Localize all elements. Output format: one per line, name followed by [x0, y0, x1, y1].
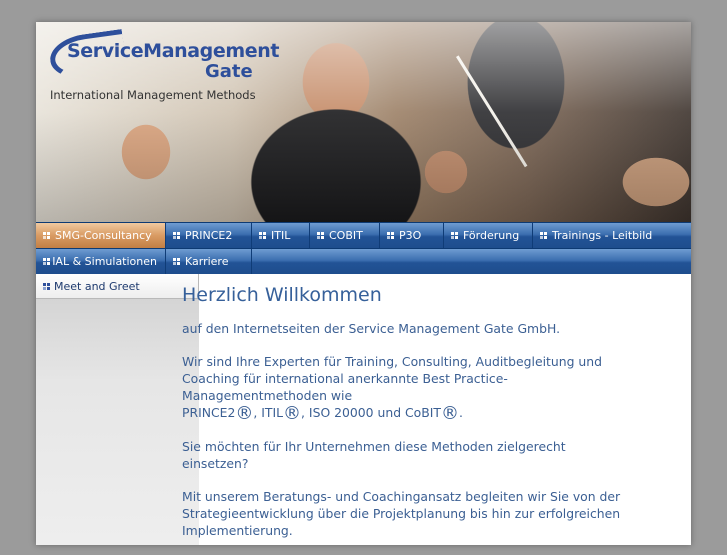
- nav-item-p3o[interactable]: P3O: [380, 223, 444, 248]
- registered-mark: ®: [235, 403, 254, 424]
- period-text: .: [458, 405, 463, 420]
- registered-mark: ®: [283, 403, 302, 424]
- bullet-icon: [317, 232, 324, 239]
- nav-label: Karriere: [185, 255, 229, 268]
- bullet-icon: [259, 232, 266, 239]
- main-navigation: SMG-Consultancy PRINCE2 ITIL COBIT P3O F…: [36, 222, 691, 274]
- nav-label: Trainings - Leitbild: [552, 229, 653, 242]
- nav-label: Förderung: [463, 229, 520, 242]
- sidebar-item-label: Meet and Greet: [54, 279, 140, 293]
- nav-label: P3O: [399, 229, 422, 242]
- expertise-text: Wir sind Ihre Experten für Training, Con…: [182, 354, 602, 403]
- intro-paragraph: auf den Internetseiten der Service Manag…: [182, 321, 561, 336]
- nav-item-smg-consultancy[interactable]: SMG-Consultancy: [36, 223, 166, 248]
- bullet-icon: [43, 258, 47, 265]
- sidebar-item-meet-and-greet[interactable]: Meet and Greet: [36, 274, 199, 299]
- approach-paragraph: Mit unserem Beratungs- und Coachingansat…: [182, 489, 621, 538]
- bullet-icon: [451, 232, 458, 239]
- page-title: Herzlich Willkommen: [182, 284, 382, 306]
- nav-label: COBIT: [329, 229, 363, 242]
- nav-item-karriere[interactable]: Karriere: [166, 249, 252, 274]
- expertise-paragraph: Wir sind Ihre Experten für Training, Con…: [182, 353, 632, 424]
- sidebar: Meet and Greet: [36, 274, 199, 545]
- itil-text: , ITIL: [253, 405, 284, 420]
- nav-item-prince2[interactable]: PRINCE2: [166, 223, 252, 248]
- nav-row-1: SMG-Consultancy PRINCE2 ITIL COBIT P3O F…: [36, 222, 691, 248]
- nav-label: ITIL: [271, 229, 291, 242]
- nav-item-itil[interactable]: ITIL: [252, 223, 310, 248]
- bullet-icon: [173, 258, 180, 265]
- nav-label: PRINCE2: [185, 229, 233, 242]
- nav-item-trainings-leitbild[interactable]: Trainings - Leitbild: [533, 223, 691, 248]
- bullet-icon: [43, 282, 50, 290]
- main-content: Herzlich Willkommen auf den Internetseit…: [182, 284, 632, 555]
- nav-item-ial-simulationen[interactable]: IAL & Simulationen: [36, 249, 166, 274]
- nav-row-2: IAL & Simulationen Karriere: [36, 248, 691, 274]
- prince2-text: PRINCE2: [182, 405, 236, 420]
- bullet-icon: [173, 232, 180, 239]
- bullet-icon: [43, 232, 50, 239]
- nav-label: IAL & Simulationen: [52, 255, 157, 268]
- iso-cobit-text: , ISO 20000 und CoBIT: [301, 405, 441, 420]
- logo-line1: ServiceManagement: [67, 40, 280, 62]
- nav-label: SMG-Consultancy: [55, 229, 152, 242]
- bullet-icon: [540, 232, 547, 239]
- registered-mark: ®: [440, 403, 459, 424]
- logo-line2: Gate: [205, 61, 253, 82]
- nav-item-foerderung[interactable]: Förderung: [444, 223, 533, 248]
- logo-tagline: International Management Methods: [50, 88, 256, 102]
- header-banner: ServiceManagement Gate International Man…: [36, 22, 691, 222]
- nav-item-cobit[interactable]: COBIT: [310, 223, 380, 248]
- bullet-icon: [387, 232, 394, 239]
- question-paragraph: Sie möchten für Ihr Unternehmen diese Me…: [182, 439, 566, 471]
- site-logo[interactable]: ServiceManagement Gate International Man…: [47, 28, 290, 110]
